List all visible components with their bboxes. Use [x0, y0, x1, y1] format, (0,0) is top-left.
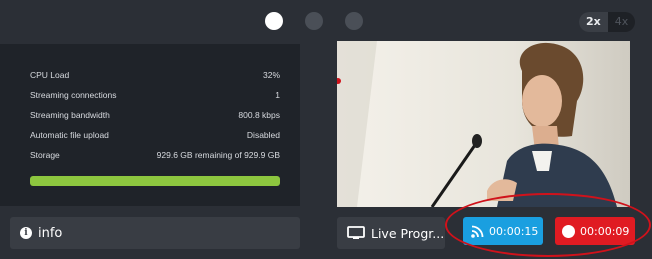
stat-label: Streaming bandwidth: [30, 110, 110, 120]
stat-label: Storage: [30, 150, 60, 160]
preview-image: [337, 41, 630, 207]
stat-row-storage: Storage 929.6 GB remaining of 929.9 GB: [30, 150, 280, 164]
stat-row-automatic-file-upload: Automatic file upload Disabled: [30, 130, 280, 144]
stat-row-cpu-load: CPU Load 32%: [30, 70, 280, 84]
stats-panel: CPU Load 32% Streaming connections 1 Str…: [0, 44, 300, 206]
info-button[interactable]: i info: [10, 217, 300, 249]
streaming-timer: 00:00:15: [489, 224, 539, 238]
record-dot-icon: [562, 224, 575, 238]
live-program-label: Live Progr...: [371, 225, 445, 241]
live-program-button[interactable]: Live Progr...: [337, 217, 445, 249]
page-dot-3[interactable]: [345, 12, 363, 30]
zoom-4x-option[interactable]: 4x: [608, 12, 636, 32]
record-button[interactable]: 00:00:09: [555, 217, 635, 245]
stat-value: 1: [275, 90, 280, 100]
top-bar: 2x 4x: [0, 0, 652, 40]
page-dot-1[interactable]: [265, 12, 283, 30]
video-preview[interactable]: [337, 41, 630, 207]
stat-label: Streaming connections: [30, 90, 117, 100]
zoom-2x-option[interactable]: 2x: [579, 12, 608, 32]
storage-progress-bar: [30, 176, 280, 186]
streaming-button[interactable]: 00:00:15: [463, 217, 543, 245]
stat-value: 929.6 GB remaining of 929.9 GB: [156, 150, 280, 160]
stat-value: 32%: [262, 70, 280, 80]
info-circle-icon: i: [20, 227, 32, 239]
zoom-toggle: 2x 4x: [579, 12, 636, 32]
stat-label: CPU Load: [30, 70, 70, 80]
monitor-icon: [347, 226, 365, 239]
page-indicator: [265, 12, 363, 30]
storage-progress-fill: [30, 176, 280, 186]
stat-row-streaming-bandwidth: Streaming bandwidth 800.8 kbps: [30, 110, 280, 124]
stat-value: Disabled: [246, 130, 280, 140]
recording-timer: 00:00:09: [580, 224, 630, 238]
rss-icon: [471, 225, 484, 238]
info-button-label: info: [38, 225, 63, 241]
stat-row-streaming-connections: Streaming connections 1: [30, 90, 280, 104]
stat-label: Automatic file upload: [30, 130, 109, 140]
stat-value: 800.8 kbps: [238, 110, 280, 120]
page-dot-2[interactable]: [305, 12, 323, 30]
